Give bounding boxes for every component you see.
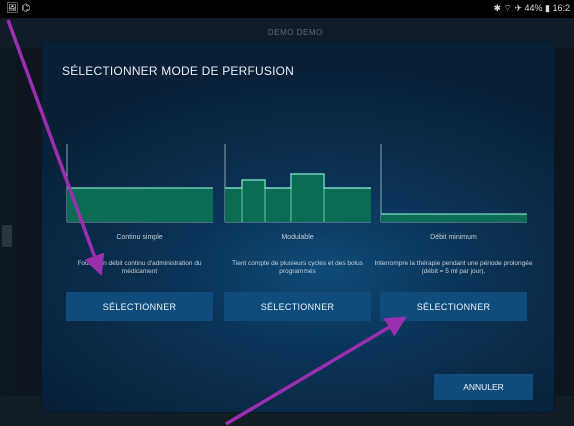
notification-icons: 🖼 ⌬ bbox=[6, 3, 31, 14]
select-continu-simple-button[interactable]: SÉLECTIONNER bbox=[66, 292, 213, 321]
option-name: Débit minimum bbox=[430, 234, 477, 241]
option-debit-minimum: Débit minimum Interrompre la thérapie pe… bbox=[375, 144, 532, 324]
side-panel-handle[interactable] bbox=[2, 225, 12, 247]
select-modulable-button[interactable]: SÉLECTIONNER bbox=[224, 292, 371, 321]
continuous-flow-diagram bbox=[66, 144, 213, 223]
perfusion-mode-dialog: SÉLECTIONNER MODE DE PERFUSION Continu s… bbox=[42, 42, 554, 412]
modulated-flow-diagram bbox=[224, 144, 371, 223]
select-debit-minimum-button[interactable]: SÉLECTIONNER bbox=[380, 292, 527, 321]
minimum-flow-diagram bbox=[380, 144, 527, 223]
option-name: Modulable bbox=[281, 234, 314, 241]
option-name: Continu simple bbox=[116, 234, 163, 241]
option-description: Tient compte de plusieurs cycles et des … bbox=[232, 260, 363, 275]
cancel-button[interactable]: ANNULER bbox=[434, 374, 533, 400]
option-modulable: Modulable Tient compte de plusieurs cycl… bbox=[224, 144, 371, 324]
option-continu-simple: Continu simple Fournit un débit continu … bbox=[66, 144, 213, 324]
option-description: Fournit un débit continu d'administratio… bbox=[77, 260, 202, 275]
app-header-text: DEMO DEMO bbox=[268, 28, 323, 37]
option-description: Interrompre la thérapie pendant une péri… bbox=[374, 260, 533, 275]
system-status: ✱ ⌔ ✈ 44% ▮ 16:2 bbox=[493, 3, 570, 13]
dialog-title: SÉLECTIONNER MODE DE PERFUSION bbox=[62, 64, 295, 78]
status-bar: 🖼 ⌬ ✱ ⌔ ✈ 44% ▮ 16:2 bbox=[0, 0, 574, 18]
